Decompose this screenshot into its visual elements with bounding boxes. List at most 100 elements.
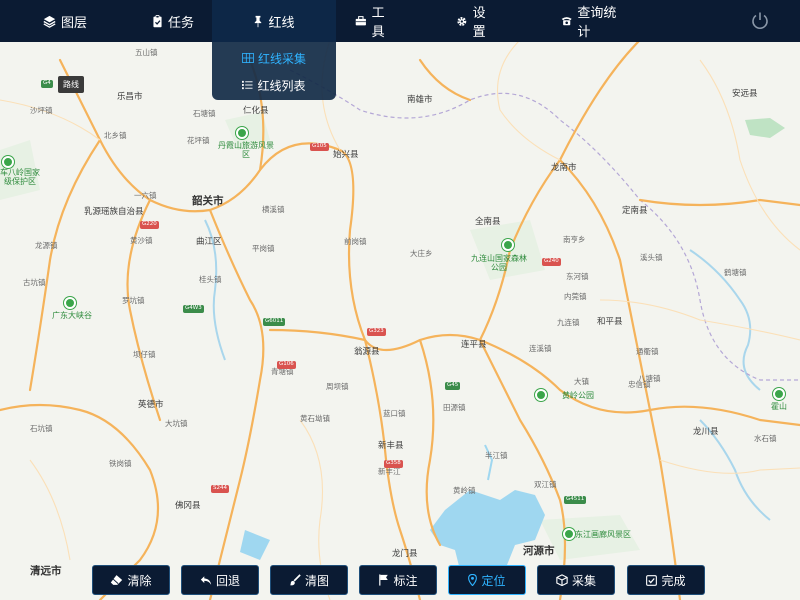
clipboard-icon	[153, 14, 162, 27]
county-label: 翁源县	[354, 347, 380, 357]
mark-label: 标注	[393, 573, 418, 588]
town-label: 黄岭镇	[453, 486, 476, 495]
nav-tasks[interactable]: 任务	[148, 0, 198, 42]
nav-stats[interactable]: 查询统计	[561, 0, 623, 42]
city-label: 河源市	[523, 545, 555, 557]
town-label: 坝仔镇	[133, 350, 156, 359]
highway-shield: G4W3	[183, 305, 204, 313]
mark-button[interactable]: 标注	[359, 565, 437, 595]
menu-item-label: 红线采集	[257, 51, 306, 66]
collect-button[interactable]: 采集	[537, 565, 615, 595]
nav-redline-label: 红线	[268, 15, 295, 31]
menu-item-label: 红线列表	[257, 78, 306, 93]
county-label: 乐昌市	[117, 92, 143, 102]
nav-layers[interactable]: 图层	[40, 0, 90, 42]
county-label: 新丰县	[378, 441, 404, 451]
town-label: 平岗镇	[252, 244, 275, 253]
county-label: 和平县	[597, 317, 623, 327]
clear-map-label: 清图	[304, 573, 329, 588]
clear-map-button[interactable]: 清图	[270, 565, 348, 595]
county-label: 龙南市	[551, 163, 577, 173]
county-label: 南雄市	[407, 95, 433, 105]
town-label: 横溪镇	[262, 205, 285, 214]
nav-stats-label: 查询统计	[577, 6, 617, 40]
list-icon	[242, 80, 254, 90]
scenic-marker[interactable]	[773, 388, 785, 400]
nav-settings[interactable]: 设置	[456, 0, 496, 42]
scenic-marker[interactable]	[2, 156, 14, 168]
flag-icon	[379, 574, 389, 586]
undo-arrow-icon	[200, 575, 212, 585]
town-label: 铁岗镇	[109, 459, 132, 468]
clear-button[interactable]: 清除	[92, 565, 170, 595]
town-label: 桂头镇	[199, 275, 222, 284]
county-label: 曲江区	[196, 237, 222, 247]
town-label: 龙源镇	[35, 241, 58, 250]
cube-icon	[556, 574, 568, 586]
highway-shield: G358	[384, 460, 403, 468]
menu-item-redline-list[interactable]: 红线列表	[212, 73, 336, 97]
town-label: 花坪镇	[187, 136, 210, 145]
town-label: 大庄乡	[410, 249, 433, 258]
locate-label: 定位	[481, 573, 506, 588]
clear-label: 清除	[127, 573, 152, 588]
highway-shield: G323	[367, 328, 386, 336]
scenic-marker[interactable]	[502, 239, 514, 251]
highway-shield: G220	[140, 221, 159, 229]
nav-tasks-label: 任务	[167, 15, 194, 31]
town-label: 罗坑镇	[122, 296, 145, 305]
town-label: 石坑镇	[30, 424, 53, 433]
finish-label: 完成	[661, 573, 686, 588]
county-label: 乳源瑶族自治县	[84, 207, 144, 217]
highway-shield: G240	[542, 258, 561, 266]
toolbox-icon	[355, 16, 366, 26]
map-grid-icon	[242, 53, 254, 63]
nav-redline[interactable]: 红线	[212, 0, 336, 42]
town-label: 五山镇	[135, 48, 158, 57]
nav-settings-label: 设置	[472, 6, 486, 40]
highway-shield: G105	[310, 143, 329, 151]
highway-shield: G4	[41, 80, 53, 88]
county-label: 龙川县	[693, 427, 719, 437]
town-label: 通衢镇	[636, 347, 659, 356]
menu-item-redline-collect[interactable]: 红线采集	[212, 46, 336, 70]
scenic-marker[interactable]	[64, 297, 76, 309]
town-label: 前岗镇	[344, 237, 367, 246]
map-roads	[0, 0, 800, 600]
county-label: 仁化县	[243, 106, 269, 116]
highway-shield: G45	[445, 382, 461, 390]
scenic-marker[interactable]	[236, 127, 248, 139]
county-label: 连平县	[461, 340, 487, 350]
highway-shield: G4511	[564, 496, 587, 504]
scenic-marker[interactable]	[535, 389, 547, 401]
undo-button[interactable]: 回退	[181, 565, 259, 595]
town-label: 新丰江	[378, 467, 401, 476]
town-label: 北乡镇	[104, 131, 127, 140]
town-label: 内莞镇	[564, 292, 587, 301]
gear-icon	[457, 16, 467, 26]
town-label: 大坑镇	[165, 419, 188, 428]
town-label: 溪头镇	[640, 253, 663, 262]
nav-tools[interactable]: 工具	[355, 0, 395, 42]
top-nav-bar: 图层 任务 红线 工具 设置 查询统计	[0, 0, 800, 42]
check-square-icon	[646, 574, 658, 586]
park-label: 黄岭公园	[562, 391, 594, 400]
town-label: 水石镇	[754, 434, 777, 443]
park-label: 东江画廊风景区	[575, 530, 631, 539]
city-label: 韶关市	[192, 195, 224, 207]
map-canvas[interactable]: 韶关市 河源市 清远市 乐昌市 仁化县 始兴县 南雄市 乳源瑶族自治县 翁源县 …	[0, 0, 800, 600]
town-label: 沙坪镇	[30, 106, 53, 115]
park-label: 霍山	[771, 402, 787, 411]
power-icon[interactable]	[750, 11, 770, 31]
route-tooltip: 路线	[58, 76, 84, 93]
county-label: 佛冈县	[175, 501, 201, 511]
locate-button[interactable]: 定位	[448, 565, 526, 595]
town-label: 双江镇	[534, 480, 557, 489]
finish-button[interactable]: 完成	[627, 565, 705, 595]
city-label: 清远市	[30, 565, 62, 577]
town-label: 大镇	[574, 377, 589, 386]
highway-shield: G106	[277, 361, 296, 369]
pin-icon	[255, 15, 262, 27]
town-label: 半江镇	[485, 451, 508, 460]
town-label: 蓝口镇	[383, 409, 406, 418]
